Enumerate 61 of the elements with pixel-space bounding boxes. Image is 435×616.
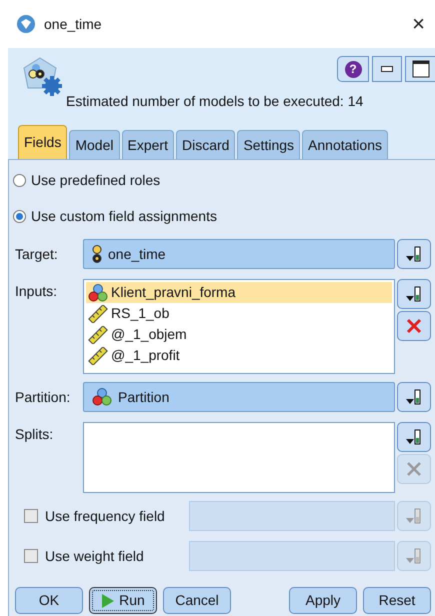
maximize-button[interactable] bbox=[405, 56, 435, 82]
splits-picker-button[interactable] bbox=[397, 422, 431, 452]
window-title: one_time bbox=[44, 14, 103, 34]
list-item[interactable]: RS_1_ob bbox=[86, 303, 392, 324]
dialog-button[interactable]: Cancel bbox=[163, 587, 231, 614]
models-estimate-text: Estimated number of models to be executed: 14 bbox=[66, 92, 364, 111]
dialog-button[interactable]: Run bbox=[89, 587, 157, 614]
field-picker-icon bbox=[405, 388, 423, 406]
radio-button[interactable] bbox=[13, 174, 26, 187]
field-selector[interactable] bbox=[189, 541, 395, 571]
close-icon bbox=[406, 461, 422, 477]
dialog-button[interactable]: Reset bbox=[363, 587, 431, 614]
field-label: Inputs: bbox=[14, 282, 58, 301]
field-picker-button[interactable] bbox=[397, 501, 431, 531]
radio-label: Use predefined roles bbox=[31, 171, 160, 190]
tab[interactable]: Model bbox=[69, 130, 120, 159]
checkbox[interactable] bbox=[24, 509, 38, 523]
flag-type-icon bbox=[92, 245, 102, 263]
checkbox-label: Use weight field bbox=[45, 546, 144, 566]
tab[interactable]: Expert bbox=[122, 130, 174, 159]
field-picker-icon bbox=[405, 245, 423, 263]
radio-label: Use custom field assignments bbox=[31, 207, 217, 226]
field-picker-icon bbox=[405, 507, 423, 525]
partition-picker-button[interactable] bbox=[397, 382, 431, 412]
help-glyph: ? bbox=[344, 60, 362, 78]
tab[interactable]: Settings bbox=[237, 130, 300, 159]
app-icon bbox=[16, 14, 36, 34]
help-button[interactable]: ? bbox=[337, 56, 369, 82]
remove-button[interactable] bbox=[397, 311, 431, 341]
minimize-button[interactable] bbox=[372, 56, 402, 82]
target-field[interactable]: one_time bbox=[83, 239, 395, 269]
list-item[interactable]: @_1_profit bbox=[86, 345, 392, 366]
tab[interactable]: Discard bbox=[176, 130, 236, 159]
nominal-type-icon bbox=[88, 284, 108, 302]
target-picker-button[interactable] bbox=[397, 239, 431, 269]
inputs-list[interactable]: Klient_pravni_forma RS_1_ob @_1_objem @_1_profit bbox=[83, 279, 395, 374]
inputs-picker-button[interactable] bbox=[397, 279, 431, 309]
field-picker-button[interactable] bbox=[397, 541, 431, 571]
tab[interactable]: Annotations bbox=[302, 130, 388, 159]
field-picker-icon bbox=[405, 285, 423, 303]
play-icon bbox=[101, 592, 116, 608]
maximize-icon bbox=[412, 60, 430, 78]
field-picker-icon bbox=[405, 547, 423, 565]
checkbox[interactable] bbox=[24, 549, 38, 563]
close-button[interactable]: × bbox=[410, 13, 427, 35]
field-label: Target: bbox=[14, 244, 59, 264]
tab[interactable]: Fields bbox=[18, 125, 68, 159]
checkbox-label: Use frequency field bbox=[45, 506, 165, 526]
radio-button[interactable] bbox=[13, 210, 26, 223]
minimize-icon bbox=[381, 66, 393, 72]
field-label: Partition: bbox=[14, 388, 72, 406]
partition-field[interactable]: Partition bbox=[83, 382, 395, 412]
close-icon bbox=[406, 318, 422, 334]
dialog-button[interactable]: Apply bbox=[289, 587, 357, 614]
list-item[interactable]: @_1_objem bbox=[86, 324, 392, 345]
field-selector[interactable] bbox=[189, 501, 395, 531]
field-picker-icon bbox=[405, 428, 423, 446]
nominal-type-icon bbox=[92, 388, 112, 406]
field-label: Splits: bbox=[14, 425, 54, 444]
dialog-button[interactable]: OK bbox=[15, 587, 83, 614]
list-item[interactable]: Klient_pravni_forma bbox=[86, 282, 392, 303]
